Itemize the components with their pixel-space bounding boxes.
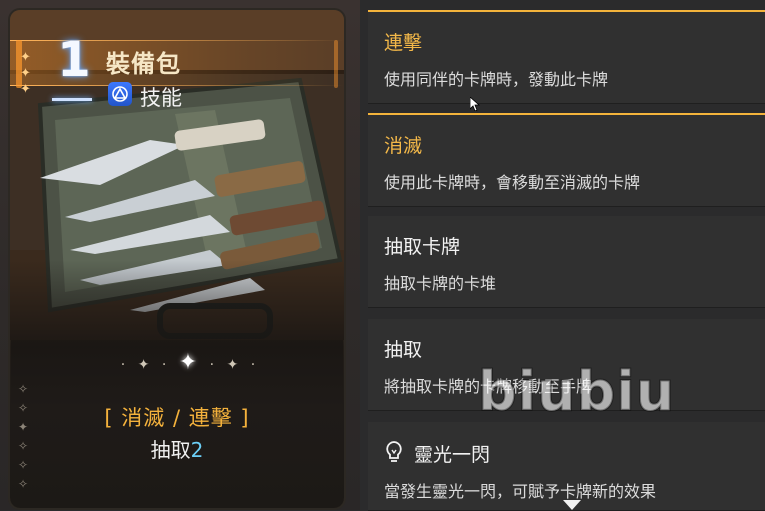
keyword-title: 抽取卡牌 [384,236,461,258]
effect-value: 2 [190,438,204,462]
card-name: 裝備包 [106,50,181,78]
keyword-title: 抽取 [384,339,423,361]
lightbulb-icon [386,441,402,462]
card-effect: 抽取2 [10,434,344,463]
card-bottom-shade [10,260,344,508]
cost-banner-edge-right [334,40,338,88]
keyword-panel-inspiration: 靈光一閃 當發生靈光一閃，可賦予卡牌新的效果 [368,422,765,511]
keyword-desc: 使用同伴的卡牌時，發動此卡牌 [384,70,609,89]
keyword-title: 靈光一閃 [414,444,491,466]
keyword-panel-draw-pile: 抽取卡牌 抽取卡牌的卡堆 [368,216,765,308]
cost-underline [52,98,92,101]
watermark: biubiu [477,359,676,424]
card-keywords: [ 消滅 / 連擊 ] [104,406,250,430]
keyword-desc: 當發生靈光一閃，可賦予卡牌新的效果 [384,482,657,501]
sparkle-icon: ✦ ✦ ✦ [20,50,31,97]
scroll-down-icon[interactable] [563,500,581,510]
keyword-title: 連擊 [384,32,423,54]
sparkle-divider-icon: · ✦ · ✦ · ✦ · [120,350,260,375]
keyword-desc: 抽取卡牌的卡堆 [384,274,497,293]
keyword-title: 消滅 [384,135,423,157]
skill-triangle-icon [108,82,132,106]
card-type: 技能 [140,86,182,110]
keyword-panel-exhaust: 消滅 使用此卡牌時，會移動至消滅的卡牌 [368,113,765,207]
keyword-panel-combo: 連擊 使用同伴的卡牌時，發動此卡牌 [368,10,765,104]
mouse-cursor-icon [470,97,480,111]
skill-card[interactable]: ✦ ✦ ✦ 1 裝備包 技能 · ✦ · ✦ · ✦ · ✧ ✧ ✦ ✧ ✧ ✧ [ 消滅 /… [8,8,346,510]
effect-label: 抽取 [150,438,191,462]
keyword-desc: 使用此卡牌時，會移動至消滅的卡牌 [384,173,641,192]
card-cost: 1 [57,32,91,88]
